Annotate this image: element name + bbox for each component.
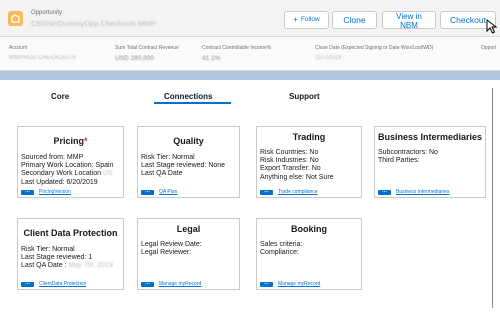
client-data-protection-card: Client Data Protection Risk Tier: Normal… xyxy=(17,218,124,290)
trading-footer: … Trade compliance xyxy=(260,188,318,195)
highlight-opportunity: Opport xyxy=(481,45,497,51)
tab-core[interactable]: Core xyxy=(51,92,69,101)
pricing-menu-button[interactable]: … xyxy=(21,188,34,195)
highlight-close-date: Close Date (Expected Signing or Date Won… xyxy=(315,45,434,61)
trading-menu-button[interactable]: … xyxy=(260,188,273,195)
legal-card: Legal Legal Review Date: Legal Reviewer:… xyxy=(137,218,240,290)
quality-title: Quality xyxy=(173,136,204,146)
legal-details: Legal Review Date: Legal Reviewer: xyxy=(141,241,202,257)
client-data-protection-title: Client Data Protection xyxy=(23,228,118,238)
pricing-card: Pricing* Sourced from: MMP Primary Work … xyxy=(17,126,124,198)
business-intermediaries-details: Subcontractors: No Third Parties: xyxy=(378,149,438,165)
business-intermediaries-card: Business Intermediaries Subcontractors: … xyxy=(374,126,486,198)
highlight-account: Account MMPROD CHECKOUTS xyxy=(9,45,76,61)
nbm-label: View in NBM xyxy=(396,11,422,30)
quality-card: Quality Risk Tier: Normal Last Stage rev… xyxy=(137,126,240,198)
quality-details: Risk Tier: Normal Last Stage reviewed: N… xyxy=(141,154,226,178)
main-content: Core Connections Support Pricing* Source… xyxy=(0,80,500,319)
highlight-revenue: Sum Total Contract Revenue USD 280,000 xyxy=(115,45,179,62)
business-intermediaries-footer: … Business Intermediaries xyxy=(378,188,449,195)
business-intermediaries-menu-button[interactable]: … xyxy=(378,188,391,195)
highlights-panel: Account MMPROD CHECKOUTS Sum Total Contr… xyxy=(0,37,500,71)
view-in-nbm-button[interactable]: View in NBM xyxy=(382,11,436,30)
business-intermediaries-title: Business Intermediaries xyxy=(377,132,483,142)
booking-title: Booking xyxy=(291,224,327,234)
tab-support[interactable]: Support xyxy=(289,92,320,101)
client-data-protection-menu-button[interactable]: … xyxy=(21,280,34,287)
pricing-footer: … PricingVersion xyxy=(21,188,71,195)
record-title: CBRNetDummyOpp Checkouts MMP xyxy=(31,19,156,28)
mouse-cursor-icon xyxy=(486,19,498,34)
required-asterisk: * xyxy=(84,136,88,146)
booking-details: Sales criteria: Compliance: xyxy=(260,241,303,257)
opportunity-icon xyxy=(8,11,23,26)
quality-footer: … QA Plan xyxy=(141,188,177,195)
pricing-title: Pricing* xyxy=(53,136,88,146)
legal-footer: … Manage myRecord xyxy=(141,280,201,287)
legal-menu-button[interactable]: … xyxy=(141,280,154,287)
qa-plan-link[interactable]: QA Plan xyxy=(159,189,177,195)
record-type-label: Opportunity xyxy=(31,10,63,16)
business-intermediaries-link[interactable]: Business Intermediaries xyxy=(396,189,449,195)
clone-button[interactable]: Clone xyxy=(332,11,377,29)
booking-footer: … Manage myRecord xyxy=(260,280,320,287)
client-data-protection-details: Risk Tier: Normal Last Stage reviewed: 1… xyxy=(21,246,113,270)
trading-title: Trading xyxy=(292,132,326,142)
legal-manage-record-link[interactable]: Manage myRecord xyxy=(159,281,201,287)
follow-label: Follow xyxy=(300,15,320,23)
active-tab-indicator xyxy=(154,102,231,104)
trading-card: Trading Risk Countries: No Risk Industri… xyxy=(256,126,362,198)
trading-details: Risk Countries: No Risk Industries: No E… xyxy=(260,149,334,181)
highlight-income: Contract Controllable Income% 41.1% xyxy=(202,45,272,62)
booking-manage-record-link[interactable]: Manage myRecord xyxy=(278,281,320,287)
quality-menu-button[interactable]: … xyxy=(141,188,154,195)
trade-compliance-link[interactable]: Trade compliance xyxy=(278,189,318,195)
record-header: Opportunity CBRNetDummyOpp Checkouts MMP… xyxy=(0,0,500,37)
account-link[interactable]: MMPROD CHECKOUTS xyxy=(9,55,76,61)
client-data-protection-footer: … ClientData Protection xyxy=(21,280,86,287)
pricing-details: Sourced from: MMP Primary Work Location:… xyxy=(21,154,114,186)
follow-button[interactable]: + Follow xyxy=(284,11,329,29)
pricing-version-link[interactable]: PricingVersion xyxy=(39,189,71,195)
booking-menu-button[interactable]: … xyxy=(260,280,273,287)
legal-title: Legal xyxy=(176,224,201,234)
plus-icon: + xyxy=(293,15,298,24)
client-data-protection-link[interactable]: ClientData Protection xyxy=(39,281,86,287)
scrollbar[interactable] xyxy=(492,88,493,308)
tab-connections[interactable]: Connections xyxy=(164,92,212,101)
booking-card: Booking Sales criteria: Compliance: … Ma… xyxy=(256,218,362,290)
